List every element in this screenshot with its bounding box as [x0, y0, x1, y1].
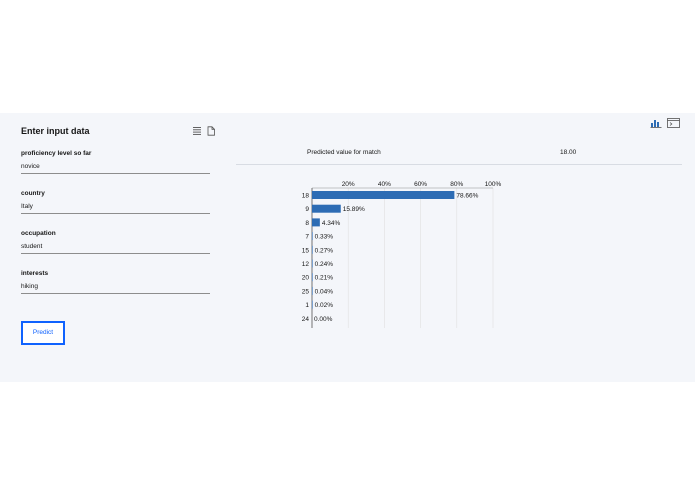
interests-input[interactable]: hiking [21, 279, 210, 294]
data-label: 15.89% [343, 206, 365, 213]
bar-chart-icon[interactable] [650, 118, 662, 128]
bar [312, 245, 313, 254]
bar [312, 218, 320, 227]
country-input[interactable]: Italy [21, 199, 210, 214]
occupation-input[interactable]: student [21, 239, 210, 254]
category-label: 1 [305, 302, 309, 309]
category-label: 8 [305, 220, 309, 227]
x-tick-label: 20% [342, 181, 355, 188]
x-tick-label: 80% [450, 181, 463, 188]
bar [312, 191, 455, 199]
category-label: 25 [302, 288, 310, 295]
data-label: 4.34% [322, 220, 341, 227]
field-proficiency: proficiency level so far novice [21, 149, 210, 174]
probability-chart-svg: 20% 40% 60% 80% 100% 18 78.66% 9 15.89% 8 4.34% 7 0.… [302, 181, 502, 328]
field-label: interests [21, 270, 49, 277]
data-label: 0.24% [315, 261, 334, 268]
data-label: 0.00% [314, 316, 333, 323]
x-tick-label: 40% [378, 181, 391, 188]
bar [312, 300, 313, 309]
category-label: 24 [302, 316, 310, 323]
bar [312, 286, 313, 295]
data-label: 0.21% [315, 275, 334, 282]
category-label: 7 [305, 234, 309, 241]
category-label: 15 [302, 247, 310, 254]
x-tick-label: 100% [485, 181, 502, 188]
category-label: 12 [302, 261, 310, 268]
prediction-label: Predicted value for match [307, 149, 381, 156]
data-label: 0.33% [315, 234, 334, 241]
field-label: country [21, 190, 45, 197]
bar [312, 259, 313, 268]
probability-chart: 20% 40% 60% 80% 100% 18 78.66% 9 15.89% 8 4.34% 7 0.… [290, 176, 510, 331]
data-label: 78.66% [456, 193, 478, 200]
bar [312, 273, 313, 282]
divider [236, 164, 682, 165]
field-country: country Italy [21, 189, 210, 214]
input-form: proficiency level so far novice country … [21, 146, 211, 306]
prediction-value: 18.00 [560, 149, 577, 156]
data-label: 0.04% [315, 288, 334, 295]
list-view-icon[interactable] [192, 126, 202, 136]
field-label: proficiency level so far [21, 150, 92, 157]
field-interests: interests hiking [21, 269, 210, 294]
category-label: 9 [305, 206, 309, 213]
category-label: 18 [302, 193, 310, 200]
document-icon[interactable] [206, 126, 216, 136]
category-label: 20 [302, 275, 310, 282]
terminal-icon[interactable] [667, 118, 680, 128]
field-label: occupation [21, 230, 56, 237]
proficiency-input[interactable]: novice [21, 159, 210, 174]
predict-button[interactable]: Predict [21, 321, 65, 345]
panel-title: Enter input data [21, 126, 90, 136]
bar [312, 204, 341, 213]
data-label: 0.02% [315, 302, 334, 309]
x-tick-label: 60% [414, 181, 427, 188]
data-label: 0.27% [315, 247, 334, 254]
field-occupation: occupation student [21, 229, 210, 254]
bar [312, 232, 313, 241]
